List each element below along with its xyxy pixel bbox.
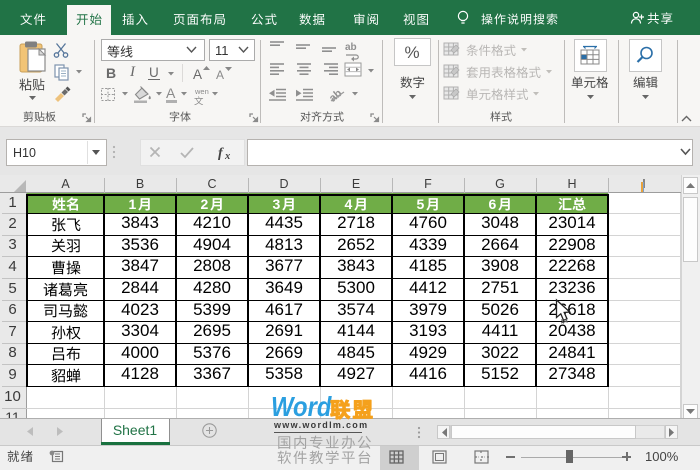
svg-text:ab: ab [327,87,345,105]
